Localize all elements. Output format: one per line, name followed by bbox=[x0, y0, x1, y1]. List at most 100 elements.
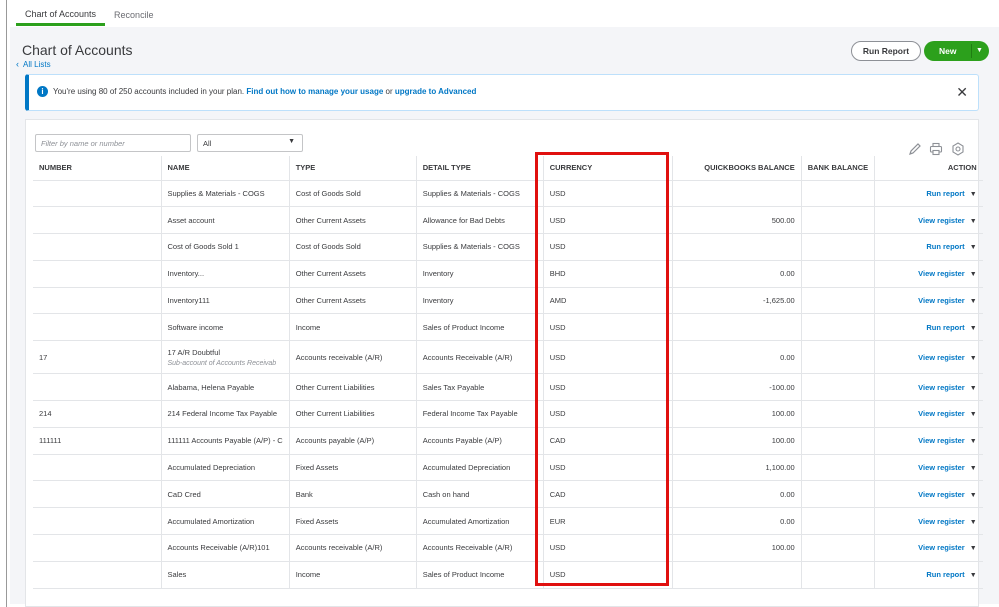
cell-bank-balance bbox=[801, 206, 876, 235]
row-action-link[interactable]: View register bbox=[918, 216, 965, 225]
cell-action: View register ▼ bbox=[874, 373, 983, 402]
table-row[interactable]: 214 214 Federal Income Tax Payable Other C… bbox=[33, 400, 983, 428]
cell-detail-type: Sales of Product Income bbox=[416, 313, 544, 342]
chevron-down-icon[interactable]: ▼ bbox=[970, 519, 977, 526]
table-row[interactable]: Inventory... Other Current Assets Inventor… bbox=[33, 260, 983, 288]
print-icon[interactable] bbox=[929, 142, 943, 156]
cell-action: Run report ▼ bbox=[874, 233, 983, 261]
row-action-link[interactable]: View register bbox=[918, 383, 965, 392]
chevron-down-icon[interactable]: ▼ bbox=[970, 411, 977, 418]
cell-currency: USD bbox=[543, 180, 673, 208]
table-row[interactable]: 111111 111111 Accounts Payable (A/P) - C A… bbox=[33, 427, 983, 455]
row-action-link[interactable]: View register bbox=[918, 436, 965, 445]
table-row[interactable]: Supplies & Materials - COGS Cost of Goods… bbox=[33, 180, 983, 208]
cell-currency: CAD bbox=[543, 427, 673, 455]
cell-quickbooks-balance: 500.00 bbox=[672, 206, 802, 235]
row-action-link[interactable]: View register bbox=[918, 490, 965, 499]
table-row[interactable]: Alabama, Helena Payable Other Current Lia… bbox=[33, 373, 983, 402]
filter-input[interactable]: Filter by name or number bbox=[35, 134, 191, 152]
table-row[interactable]: Cost of Goods Sold 1 Cost of Goods Sold Su… bbox=[33, 233, 983, 261]
chevron-down-icon[interactable]: ▼ bbox=[970, 244, 977, 251]
chevron-down-icon[interactable]: ▼ bbox=[970, 465, 977, 472]
column-header-bank-balance[interactable]: BANK BALANCE bbox=[801, 156, 876, 181]
column-header-currency[interactable]: CURRENCY bbox=[543, 156, 673, 181]
upgrade-link[interactable]: upgrade to Advanced bbox=[395, 87, 477, 96]
cell-action: Run report ▼ bbox=[874, 180, 983, 208]
cell-number bbox=[33, 260, 162, 288]
chevron-down-icon[interactable]: ▼ bbox=[970, 191, 977, 198]
column-header-type[interactable]: TYPE bbox=[289, 156, 417, 181]
edit-icon[interactable] bbox=[908, 142, 922, 156]
table-row[interactable]: 17 17 A/R Doubtful Sub-account of Accounts… bbox=[33, 340, 983, 375]
chevron-down-icon[interactable]: ▼ bbox=[970, 298, 977, 305]
cell-currency: USD bbox=[543, 233, 673, 261]
row-action-link[interactable]: Run report bbox=[926, 189, 964, 198]
chevron-down-icon[interactable]: ▼ bbox=[970, 572, 977, 579]
all-lists-label: All Lists bbox=[23, 60, 51, 69]
column-header-detail-type[interactable]: DETAIL TYPE bbox=[416, 156, 544, 181]
row-action-link[interactable]: Run report bbox=[926, 570, 964, 579]
table-row[interactable]: Sales Income Sales of Product Income USD Run… bbox=[33, 561, 983, 589]
run-report-button[interactable]: Run Report bbox=[851, 41, 921, 61]
cell-name: Accounts Receivable (A/R)101 bbox=[161, 534, 290, 562]
column-header-quickbooks-balance[interactable]: QUICKBOOKS BALANCE bbox=[672, 156, 802, 181]
column-header-number[interactable]: NUMBER bbox=[33, 156, 162, 181]
chevron-down-icon[interactable]: ▼ bbox=[970, 438, 977, 445]
account-name: Software income bbox=[167, 322, 224, 332]
cell-quickbooks-balance: 0.00 bbox=[672, 507, 802, 536]
row-action-link[interactable]: View register bbox=[918, 517, 965, 526]
table-row[interactable]: Accumulated Depreciation Fixed Assets Accu… bbox=[33, 454, 983, 482]
banner-text: You're using 80 of 250 accounts included… bbox=[53, 87, 245, 96]
cell-currency: USD bbox=[543, 454, 673, 482]
chevron-down-icon[interactable]: ▼ bbox=[970, 218, 977, 225]
account-name: Inventory... bbox=[167, 269, 205, 279]
row-action-link[interactable]: View register bbox=[918, 543, 965, 552]
close-icon[interactable]: ✕ bbox=[956, 84, 968, 101]
cell-bank-balance bbox=[801, 313, 876, 342]
cell-action: View register ▼ bbox=[874, 480, 983, 509]
cell-name: Inventory111 bbox=[161, 287, 290, 315]
cell-quickbooks-balance: 0.00 bbox=[672, 260, 802, 288]
account-filter-select[interactable]: All ▼ bbox=[197, 134, 303, 152]
cell-detail-type: Accumulated Depreciation bbox=[416, 454, 544, 482]
cell-type: Other Current Assets bbox=[289, 287, 417, 315]
cell-action: View register ▼ bbox=[874, 260, 983, 288]
cell-quickbooks-balance: 1,100.00 bbox=[672, 454, 802, 482]
row-action-link[interactable]: View register bbox=[918, 296, 965, 305]
chevron-down-icon[interactable]: ▼ bbox=[970, 325, 977, 332]
new-button[interactable]: New ▼ bbox=[924, 41, 989, 61]
row-action-link[interactable]: Run report bbox=[926, 323, 964, 332]
manage-usage-link[interactable]: Find out how to manage your usage bbox=[246, 87, 383, 96]
table-row[interactable]: Asset account Other Current Assets Allowan… bbox=[33, 206, 983, 235]
chevron-down-icon[interactable]: ▼ bbox=[970, 545, 977, 552]
page-title: Chart of Accounts bbox=[22, 42, 133, 58]
chevron-down-icon[interactable]: ▼ bbox=[970, 355, 977, 362]
cell-name: 214 Federal Income Tax Payable bbox=[161, 400, 290, 428]
all-lists-link[interactable]: ‹ All Lists bbox=[16, 59, 51, 69]
row-action-link[interactable]: View register bbox=[918, 463, 965, 472]
chevron-down-icon[interactable]: ▼ bbox=[970, 271, 977, 278]
cell-detail-type: Federal Income Tax Payable bbox=[416, 400, 544, 428]
account-name: Supplies & Materials - COGS bbox=[167, 188, 265, 198]
tab-reconcile[interactable]: Reconcile bbox=[105, 0, 163, 26]
chevron-down-icon[interactable]: ▼ bbox=[970, 385, 977, 392]
cell-name: Alabama, Helena Payable bbox=[161, 373, 290, 402]
column-header-name[interactable]: NAME bbox=[161, 156, 290, 181]
settings-icon[interactable] bbox=[951, 142, 965, 156]
table-row[interactable]: CaD Cred Bank Cash on hand CAD 0.00 View regi… bbox=[33, 480, 983, 509]
cell-detail-type: Accounts Receivable (A/R) bbox=[416, 534, 544, 562]
tab-chart-of-accounts[interactable]: Chart of Accounts bbox=[16, 0, 106, 26]
account-name: 17 A/R Doubtful bbox=[167, 347, 221, 357]
table-row[interactable]: Inventory111 Other Current Assets Inventor… bbox=[33, 287, 983, 315]
cell-action: View register ▼ bbox=[874, 454, 983, 482]
row-action-link[interactable]: View register bbox=[918, 353, 965, 362]
table-row[interactable]: Software income Income Sales of Product In… bbox=[33, 313, 983, 342]
table-row[interactable]: Accounts Receivable (A/R)101 Accounts rec… bbox=[33, 534, 983, 562]
chevron-left-icon: ‹ bbox=[16, 59, 19, 69]
row-action-link[interactable]: Run report bbox=[926, 242, 964, 251]
row-action-link[interactable]: View register bbox=[918, 269, 965, 278]
new-dropdown-caret-icon[interactable]: ▼ bbox=[976, 41, 983, 61]
row-action-link[interactable]: View register bbox=[918, 409, 965, 418]
chevron-down-icon[interactable]: ▼ bbox=[970, 492, 977, 499]
table-row[interactable]: Accumulated Amortization Fixed Assets Accu… bbox=[33, 507, 983, 536]
